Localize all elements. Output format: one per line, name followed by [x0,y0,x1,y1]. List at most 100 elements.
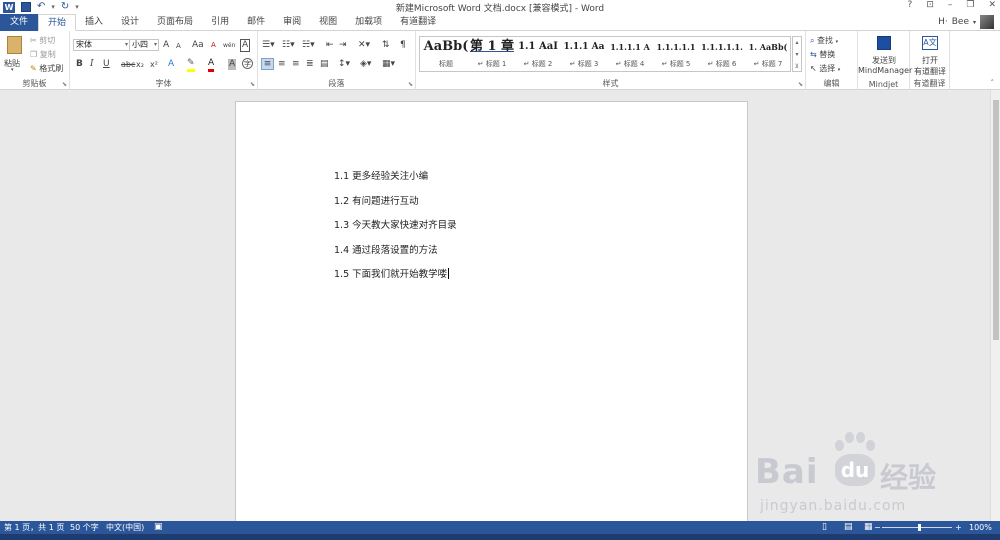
print-layout-icon[interactable]: ▤ [844,522,853,533]
page-count[interactable]: 第 1 页，共 1 页 [4,522,64,533]
document-line[interactable]: 1.2 有问题进行互动 [334,193,419,207]
style-sample: 第 1 章 [469,39,515,54]
align-center-icon[interactable]: ≡ [278,59,286,70]
copy-button[interactable]: ❐ 复制 [30,49,56,60]
gallery-scroll: ▴ ▾ ⊻ [792,36,802,72]
document-line[interactable]: 1.1 更多经验关注小编 [334,168,428,182]
macro-record-icon[interactable]: ▣ [154,522,163,533]
grow-font-icon[interactable]: A [163,40,169,51]
phonetic-guide-icon[interactable]: wén [223,40,235,51]
document-line-text: 1.1 更多经验关注小编 [334,171,429,182]
ribbon-display-button[interactable]: ⊡ [926,0,934,10]
cut-button[interactable]: ✂ 剪切 [30,35,55,46]
tab-9[interactable]: 有道翻译 [391,14,445,31]
font-size-select[interactable]: 小四 ▾ [129,39,159,51]
zoom-level[interactable]: 100% [969,522,992,533]
collapse-ribbon-icon[interactable]: ˄ [991,79,995,87]
document-line[interactable]: 1.3 今天教大家快速对齐目录 [334,217,457,231]
shrink-font-icon[interactable]: A [176,41,181,52]
show-marks-icon[interactable]: ¶ [400,40,406,51]
justify-icon[interactable]: ≣ [306,59,314,70]
read-mode-icon[interactable]: ▯ [822,522,827,533]
font-family-select[interactable]: 宋体 ▾ [73,39,130,51]
style-item[interactable]: 1.1.1 Aa ↵ 标题 3 [560,37,608,71]
close-button[interactable]: ✕ [988,0,996,10]
tab-8[interactable]: 加载项 [346,14,391,31]
sort-icon[interactable]: ⇅ [382,40,390,51]
chinese-layout-icon[interactable]: ✕▾ [358,40,370,51]
distributed-icon[interactable]: ▤ [320,59,329,70]
increase-indent-icon[interactable]: ⇥ [339,40,347,51]
scroll-down-icon[interactable]: ▾ [793,49,801,61]
clear-format-icon[interactable]: A [211,40,216,51]
multilevel-list-icon[interactable]: ☵▾ [302,40,315,51]
document-page[interactable] [235,101,748,521]
style-item[interactable]: 1.1.1.1.1 ↵ 标题 5 [652,37,700,71]
tab-1[interactable]: 插入 [76,14,112,31]
tab-3[interactable]: 页面布局 [148,14,202,31]
send-to-mindmanager-button[interactable]: 发送到 MindManager [858,34,912,78]
tab-7[interactable]: 视图 [310,14,346,31]
bullets-icon[interactable]: ☰▾ [262,40,275,51]
italic-button[interactable]: I [90,59,94,70]
style-item[interactable]: 1.1.1.1 A ↵ 标题 4 [606,37,654,71]
find-button[interactable]: ⌕ 查找 ▾ [810,35,838,46]
change-case-icon[interactable]: Aa [192,40,204,51]
scrollbar-thumb[interactable] [993,100,999,340]
superscript-button[interactable]: x² [150,59,158,70]
style-item[interactable]: 1.1.1.1.1. ↵ 标题 6 [698,37,746,71]
highlight-icon[interactable]: ✎ [187,58,195,72]
borders-icon[interactable]: ▦▾ [382,59,395,70]
tab-4[interactable]: 引用 [202,14,238,31]
decrease-indent-icon[interactable]: ⇤ [326,40,334,51]
text-effects-icon[interactable]: A [168,59,174,70]
zoom-out-button[interactable]: − [874,522,881,533]
zoom-slider-track[interactable] [882,527,952,528]
character-shading-icon[interactable]: A [228,59,237,70]
restore-button[interactable]: ❐ [966,0,974,10]
dialog-launcher-icon[interactable]: ⬊ [250,81,255,88]
align-right-icon[interactable]: ≡ [292,59,300,70]
style-item[interactable]: 1.1 AaI ↵ 标题 2 [514,37,562,71]
word-count[interactable]: 50 个字 [70,522,99,533]
select-button[interactable]: ↖ 选择 ▾ [810,63,840,74]
font-color-icon[interactable]: A [208,58,215,72]
tab-file[interactable]: 文件 [0,14,38,31]
replace-button[interactable]: ⇆ 替换 [810,49,835,60]
open-youdao-button[interactable]: A文 打开 有道翻译 [910,34,950,78]
align-left-icon[interactable]: ≡ [261,58,274,70]
document-line[interactable]: 1.5 下面我们就开始教学喽 [334,266,450,280]
document-line[interactable]: 1.4 通过段落设置的方法 [334,242,438,256]
format-painter-button[interactable]: ✎ 格式刷 [30,63,63,74]
tab-0[interactable]: 开始 [38,14,77,31]
line-spacing-icon[interactable]: ↕▾ [338,59,350,70]
style-item[interactable]: AaBb(标题 [422,37,470,71]
web-layout-icon[interactable]: ▦ [864,522,873,533]
document-line-text: 1.5 下面我们就开始教学喽 [334,269,448,280]
dialog-launcher-icon[interactable]: ⬊ [408,81,413,88]
shading-icon[interactable]: ◈▾ [360,59,371,70]
underline-button[interactable]: U [103,59,110,70]
minimize-button[interactable]: – [948,0,953,10]
style-item[interactable]: 1. AaBb(↵ 标题 7 [744,37,792,71]
subscript-button[interactable]: x₂ [136,59,144,70]
gallery-expand-icon[interactable]: ⊻ [793,61,801,73]
numbering-icon[interactable]: ☷▾ [282,40,295,51]
dialog-launcher-icon[interactable]: ⬊ [798,81,803,88]
help-button[interactable]: ? [908,0,913,10]
tab-2[interactable]: 设计 [112,14,148,31]
zoom-slider-thumb[interactable] [918,524,921,531]
tab-5[interactable]: 邮件 [238,14,274,31]
strikethrough-button[interactable]: abc [121,59,135,70]
zoom-in-button[interactable]: + [955,522,962,533]
tab-6[interactable]: 审阅 [274,14,310,31]
paste-button[interactable]: 粘贴 ▾ [4,34,26,73]
scroll-up-icon[interactable]: ▴ [793,37,801,49]
user-account[interactable]: H· Bee ▾ [938,15,994,29]
character-border-icon[interactable]: A [240,39,251,52]
bold-button[interactable]: B [76,59,83,70]
enclose-character-icon[interactable]: 字 [242,58,253,69]
dialog-launcher-icon[interactable]: ⬊ [62,81,67,88]
proofing-language[interactable]: 中文(中国) [106,522,144,533]
style-item[interactable]: 第 1 章 ↵ 标题 1 [468,37,516,71]
